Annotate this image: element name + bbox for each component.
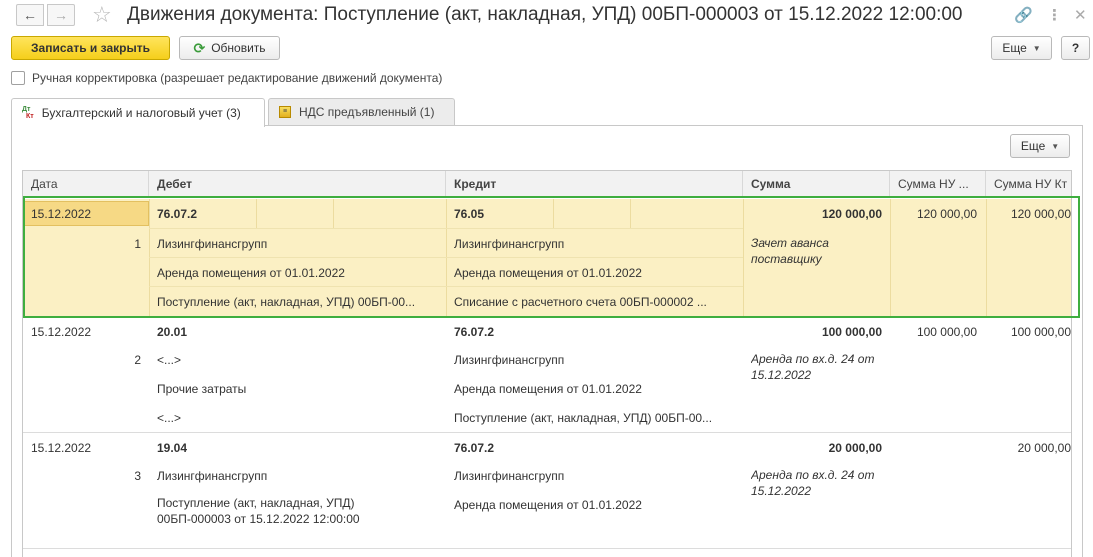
entry-sum: 100 000,00 bbox=[821, 325, 882, 339]
column-divider bbox=[890, 199, 891, 317]
entry-number: 1 bbox=[134, 237, 141, 251]
entry-number: 2 bbox=[134, 353, 141, 367]
debit-subconto: Лизингфинансгрупп bbox=[157, 237, 268, 251]
tab-vat[interactable]: ≡ НДС предъявленный (1) bbox=[268, 98, 455, 125]
table-row[interactable]: 15.12.2022 2 20.01 <...> Прочие затраты … bbox=[23, 317, 1071, 433]
entry-content: Аренда по вх.д. 24 от 15.12.2022 bbox=[751, 352, 875, 382]
debit-subconto: <...> bbox=[157, 411, 182, 425]
tab-accounting-label: Бухгалтерский и налоговый учет (3) bbox=[41, 106, 241, 120]
credit-subconto: Поступление (акт, накладная, УПД) 00БП-0… bbox=[454, 411, 713, 425]
save-and-close-button[interactable]: Записать и закрыть bbox=[11, 36, 170, 60]
grid-more-button[interactable]: Еще ▼ bbox=[1010, 134, 1070, 158]
chevron-down-icon: ▼ bbox=[1051, 141, 1060, 151]
more-vertical-icon[interactable]: ⋮ bbox=[1047, 6, 1062, 24]
credit-subconto: Аренда помещения от 01.01.2022 bbox=[454, 382, 642, 396]
column-divider bbox=[553, 199, 554, 228]
credit-subconto: Списание с расчетного счета 00БП-000002 … bbox=[454, 295, 707, 309]
refresh-label: Обновить bbox=[211, 41, 266, 55]
column-divider bbox=[986, 199, 987, 317]
row-divider bbox=[149, 257, 743, 258]
column-credit[interactable]: Кредит bbox=[446, 171, 743, 198]
column-divider bbox=[256, 199, 257, 228]
tab-accounting[interactable]: Дт Кт Бухгалтерский и налоговый учет (3) bbox=[11, 98, 265, 127]
debit-subconto: Аренда помещения от 01.01.2022 bbox=[157, 266, 345, 280]
debit-account: 20.01 bbox=[157, 325, 188, 339]
credit-subconto: Аренда помещения от 01.01.2022 bbox=[454, 266, 642, 280]
close-icon[interactable]: ✕ bbox=[1074, 6, 1087, 24]
link-icon[interactable]: 🔗 bbox=[1014, 6, 1033, 24]
entry-date: 15.12.2022 bbox=[31, 325, 92, 339]
help-label: ? bbox=[1071, 41, 1080, 55]
manual-correction-checkbox[interactable] bbox=[11, 71, 25, 85]
forward-button[interactable]: → bbox=[47, 4, 75, 26]
entry-sum: 120 000,00 bbox=[821, 207, 882, 221]
refresh-button[interactable]: ⟳ Обновить bbox=[179, 36, 280, 60]
column-divider bbox=[743, 199, 744, 317]
debit-subconto: Поступление (акт, накладная, УПД) 00БП-0… bbox=[157, 496, 360, 526]
entry-content: Зачет аванса поставщику bbox=[751, 236, 829, 266]
entry-sum: 20 000,00 bbox=[828, 441, 882, 455]
window-title: Движения документа: Поступление (акт, на… bbox=[127, 4, 963, 25]
entry-sum-nu-dt: 120 000,00 bbox=[916, 207, 977, 221]
entries-grid[interactable]: Дата Дебет Кредит Сумма Сумма НУ ... Сум… bbox=[22, 170, 1072, 557]
debit-account: 76.07.2 bbox=[157, 207, 198, 221]
dt-kt-icon: Дт Кт bbox=[22, 106, 34, 120]
star-icon[interactable]: ☆ bbox=[92, 2, 112, 28]
column-divider bbox=[446, 199, 447, 317]
entry-sum-nu-kt: 20 000,00 bbox=[1017, 441, 1071, 455]
credit-subconto: Лизингфинансгрупп bbox=[454, 353, 565, 367]
entry-sum-nu-kt: 120 000,00 bbox=[1010, 207, 1071, 221]
chevron-down-icon: ▼ bbox=[1032, 43, 1041, 53]
back-button[interactable]: ← bbox=[16, 4, 44, 26]
nds-register-icon: ≡ bbox=[279, 106, 291, 118]
more-button[interactable]: Еще ▼ bbox=[991, 36, 1052, 60]
row-divider bbox=[149, 228, 743, 229]
entry-date: 15.12.2022 bbox=[31, 207, 92, 221]
table-row[interactable]: 15.12.2022 1 76.07.2 Лизингфинансгрупп А… bbox=[23, 199, 1071, 317]
entry-content: Аренда по вх.д. 24 от 15.12.2022 bbox=[751, 468, 875, 498]
refresh-icon: ⟳ bbox=[193, 39, 206, 56]
arrow-left-icon: ← bbox=[23, 7, 37, 23]
help-button[interactable]: ? bbox=[1061, 36, 1090, 60]
debit-subconto: Поступление (акт, накладная, УПД) 00БП-0… bbox=[157, 295, 416, 309]
credit-subconto: Лизингфинансгрупп bbox=[454, 237, 565, 251]
column-divider bbox=[333, 199, 334, 228]
credit-subconto: Лизингфинансгрупп bbox=[454, 469, 565, 483]
save-and-close-label: Записать и закрыть bbox=[31, 41, 150, 55]
tab-vat-label: НДС предъявленный (1) bbox=[299, 105, 435, 119]
entry-date: 15.12.2022 bbox=[31, 441, 92, 455]
column-sum-nu-kt[interactable]: Сумма НУ Кт bbox=[986, 171, 1071, 198]
column-divider bbox=[630, 199, 631, 228]
column-date[interactable]: Дата bbox=[23, 171, 149, 198]
more-label: Еще bbox=[1002, 41, 1027, 55]
grid-more-label: Еще bbox=[1020, 139, 1046, 153]
debit-account: 19.04 bbox=[157, 441, 188, 455]
entry-sum-nu-kt: 100 000,00 bbox=[1010, 325, 1071, 339]
row-divider bbox=[149, 286, 743, 287]
credit-subconto: Аренда помещения от 01.01.2022 bbox=[454, 498, 642, 512]
column-divider bbox=[149, 199, 150, 317]
arrow-right-icon: → bbox=[54, 7, 68, 23]
column-debit[interactable]: Дебет bbox=[149, 171, 446, 198]
title-bar: ← → ☆ Движения документа: Поступление (а… bbox=[0, 0, 1093, 32]
manual-correction-label[interactable]: Ручная корректировка (разрешает редактир… bbox=[32, 71, 442, 85]
debit-subconto: Прочие затраты bbox=[157, 382, 247, 396]
grid-header: Дата Дебет Кредит Сумма Сумма НУ ... Сум… bbox=[23, 171, 1071, 198]
entry-sum-nu-dt: 100 000,00 bbox=[916, 325, 977, 339]
credit-account: 76.07.2 bbox=[454, 441, 495, 455]
column-sum-nu-dt[interactable]: Сумма НУ ... bbox=[890, 171, 986, 198]
debit-subconto: <...> bbox=[157, 353, 182, 367]
credit-account: 76.05 bbox=[454, 207, 485, 221]
column-sum[interactable]: Сумма bbox=[743, 171, 890, 198]
table-row[interactable]: 15.12.2022 3 19.04 Лизингфинансгрупп Пос… bbox=[23, 433, 1071, 549]
credit-account: 76.07.2 bbox=[454, 325, 495, 339]
manual-correction-row: Ручная корректировка (разрешает редактир… bbox=[11, 71, 442, 85]
debit-subconto: Лизингфинансгрупп bbox=[157, 469, 268, 483]
entry-number: 3 bbox=[134, 469, 141, 483]
